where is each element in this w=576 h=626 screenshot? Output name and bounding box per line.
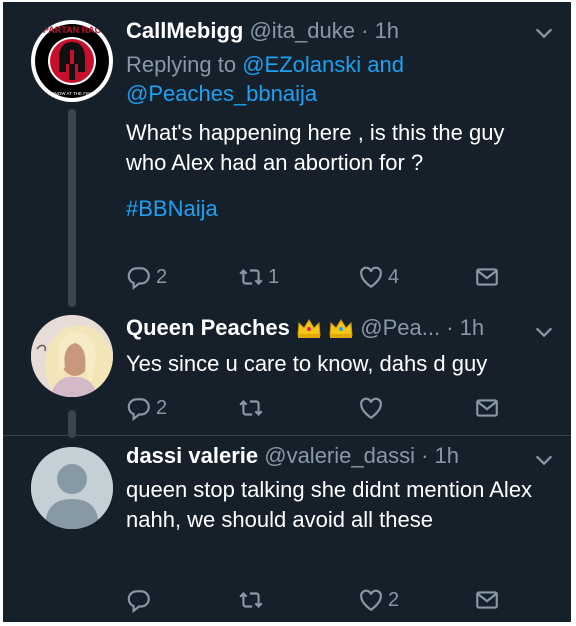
like-button[interactable]: [358, 393, 388, 423]
tweet-text: queen stop talking she didnt mention Ale…: [126, 477, 533, 532]
mention-joiner: and: [367, 52, 404, 77]
svg-text:SPARTAN RACE: SPARTAN RACE: [37, 25, 107, 35]
spartan-race-logo: SPARTAN RACE YOU'LL KNOW AT THE FINISH L…: [32, 21, 112, 101]
reply-count: 2: [156, 396, 168, 419]
like-icon: [360, 266, 382, 289]
retweet-count: 1: [268, 265, 280, 288]
divider: [3, 435, 571, 436]
share-button[interactable]: [474, 393, 500, 423]
crown-icon: [297, 319, 321, 338]
tweet-queen-peaches[interactable]: Queen Peaches @Pea... · 1h Yes since u c…: [3, 307, 571, 438]
chevron-down-icon[interactable]: [533, 22, 555, 44]
mention-link[interactable]: @Peaches_bbnaija: [126, 81, 317, 106]
thread-line: [68, 109, 76, 307]
timestamp[interactable]: 1h: [460, 315, 484, 340]
tweet-header: Queen Peaches @Pea... · 1h: [126, 313, 557, 343]
share-icon: [476, 268, 498, 286]
timestamp[interactable]: 1h: [435, 443, 459, 468]
like-icon: [360, 589, 382, 612]
like-button[interactable]: 2: [358, 585, 399, 615]
tweet-header: CallMebigg @ita_duke · 1h: [126, 16, 557, 46]
svg-text:YOU'LL KNOW AT THE FINISH LINE: YOU'LL KNOW AT THE FINISH LINE: [35, 91, 109, 96]
timestamp[interactable]: 1h: [375, 18, 399, 43]
share-icon: [476, 591, 498, 609]
display-name[interactable]: Queen Peaches: [126, 315, 290, 340]
reply-count: 2: [156, 265, 168, 288]
separator: ·: [421, 443, 429, 468]
retweet-icon: [239, 268, 263, 286]
replying-to-label: Replying to: [126, 52, 237, 77]
avatar[interactable]: [31, 447, 113, 529]
replying-to: Replying to @EZolanski and @Peaches_bbna…: [126, 50, 557, 108]
tweet-header: dassi valerie @valerie_dassi · 1h: [126, 441, 557, 471]
tweet-dassi-valerie[interactable]: dassi valerie @valerie_dassi · 1h queen …: [3, 435, 571, 622]
avatar[interactable]: SPARTAN RACE YOU'LL KNOW AT THE FINISH L…: [31, 20, 113, 102]
handle[interactable]: @Pea...: [360, 315, 440, 340]
retweet-button[interactable]: [238, 585, 268, 615]
separator: ·: [361, 18, 369, 43]
tweet-callmebigg[interactable]: SPARTAN RACE YOU'LL KNOW AT THE FINISH L…: [3, 2, 571, 307]
profile-photo: [31, 315, 113, 397]
reply-button[interactable]: 2: [126, 393, 167, 423]
tweet-text: Yes since u care to know, dahs d guy: [126, 351, 488, 376]
hashtag-link[interactable]: #BBNaija: [126, 194, 557, 224]
retweet-icon: [239, 591, 263, 609]
like-icon: [360, 397, 382, 420]
retweet-icon: [239, 399, 263, 417]
retweet-button[interactable]: [238, 393, 268, 423]
tweet-text: What's happening here , is this the guy …: [126, 120, 505, 175]
crown-icon: [329, 319, 353, 338]
like-count: 2: [388, 588, 400, 611]
reply-button[interactable]: [126, 585, 156, 615]
reply-icon: [127, 398, 150, 421]
share-button[interactable]: [474, 262, 500, 292]
default-avatar-icon: [31, 447, 113, 529]
mention-link[interactable]: @EZolanski: [242, 52, 361, 77]
avatar[interactable]: [31, 315, 113, 397]
reply-icon: [127, 590, 150, 613]
reply-icon: [127, 267, 150, 290]
retweet-button[interactable]: 1: [238, 262, 279, 292]
share-button[interactable]: [474, 585, 500, 615]
separator: ·: [446, 315, 454, 340]
display-name[interactable]: CallMebigg: [126, 18, 243, 43]
reply-button[interactable]: 2: [126, 262, 167, 292]
share-icon: [476, 399, 498, 417]
handle[interactable]: @ita_duke: [249, 18, 355, 43]
like-count: 4: [388, 265, 400, 288]
chevron-down-icon[interactable]: [533, 321, 555, 343]
chevron-down-icon[interactable]: [533, 449, 555, 471]
like-button[interactable]: 4: [358, 262, 399, 292]
display-name[interactable]: dassi valerie: [126, 443, 258, 468]
tweet-thread: SPARTAN RACE YOU'LL KNOW AT THE FINISH L…: [3, 2, 571, 622]
handle[interactable]: @valerie_dassi: [264, 443, 415, 468]
thread-line: [68, 410, 76, 438]
